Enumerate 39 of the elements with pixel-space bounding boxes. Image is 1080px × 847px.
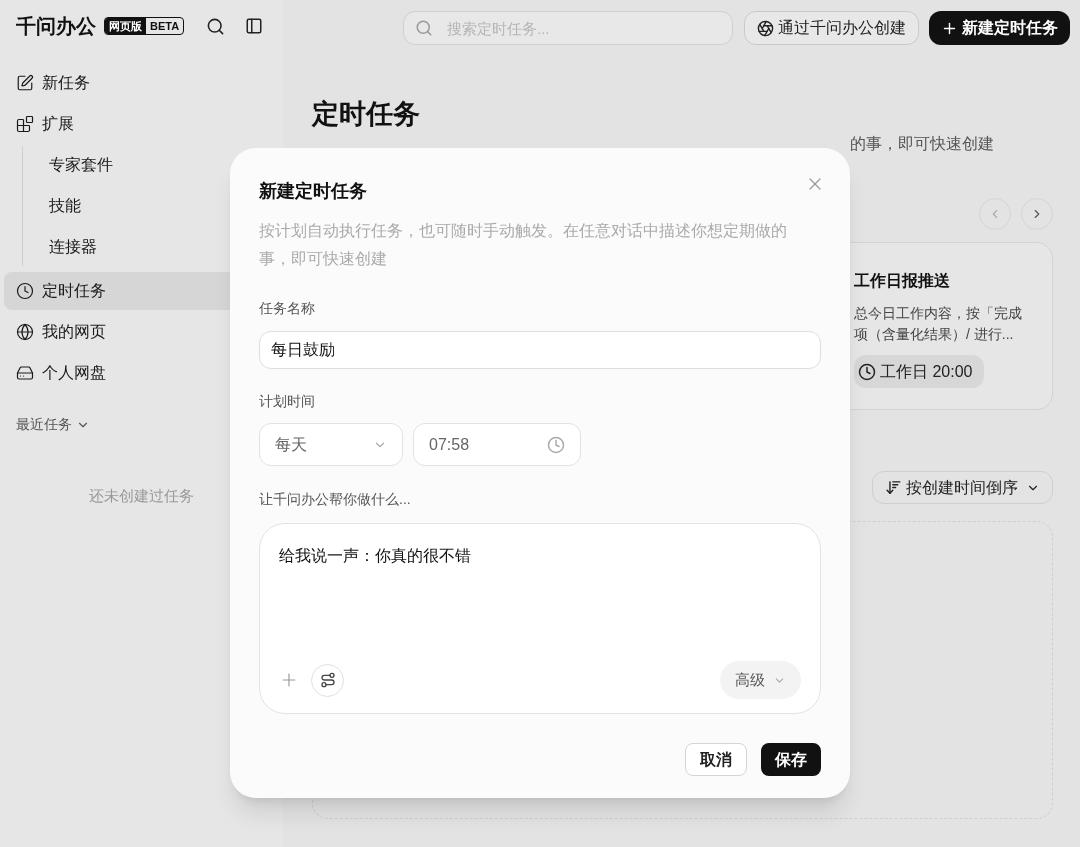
dialog-title: 新建定时任务 [259,180,367,203]
globe-icon [16,323,34,341]
search-icon[interactable] [206,16,225,36]
schedule-badge: 工作日 20:00 [854,355,985,388]
prompt-box[interactable]: 给我说一声：你真的很不错 高级 [259,523,821,714]
field-label: 计划时间 [259,392,316,411]
aperture-icon [757,19,774,37]
sort-icon [885,479,902,496]
blocks-icon [16,115,34,133]
sidebar-item[interactable]: 扩展 [4,105,279,143]
page-subtitle: 的事，即可快速创建 [850,134,994,154]
clock-icon [547,435,565,454]
time-field[interactable]: 07:58 [413,423,581,466]
empty-message: 还未创建过任务 [89,486,194,506]
advanced-button[interactable]: 高级 [720,661,801,699]
card-description: 项（含量化结果）/ 进行... [854,325,1015,344]
drive-icon [16,364,34,382]
card-title: 工作日报推送 [854,271,951,291]
sidebar-toggle-icon[interactable] [245,17,263,35]
new-task-button[interactable]: 新建定时任务 [929,11,1070,45]
create-via-assistant-button[interactable]: 通过千问办公创建 [744,11,919,45]
edit-icon [16,74,34,92]
cancel-button[interactable]: 取消 [685,743,747,776]
field-label: 让千问办公帮你做什么... [259,490,412,509]
dialog-description: 按计划自动执行任务，也可随时手动触发。在任意对话中描述你想定期做的事，即可快速创建 [259,221,788,269]
page-title: 定时任务 [312,98,421,131]
logo: 千问办公 [16,14,96,39]
task-name-field[interactable]: 每日鼓励 [259,331,821,369]
search-icon [415,19,433,37]
clock-icon [858,362,876,381]
sidebar-item[interactable]: 新任务 [4,64,279,102]
sort-button[interactable]: 按创建时间倒序 [872,471,1053,504]
save-button[interactable]: 保存 [761,743,821,776]
card-description: 总今日工作内容，按「完成 [854,304,1023,323]
clock-icon [16,282,34,300]
recent-tasks-toggle[interactable]: 最近任务 [0,414,106,435]
route-icon [319,672,336,688]
frequency-select[interactable]: 每天 [259,423,403,466]
edition-badge: 网页版 BETA [104,16,185,36]
